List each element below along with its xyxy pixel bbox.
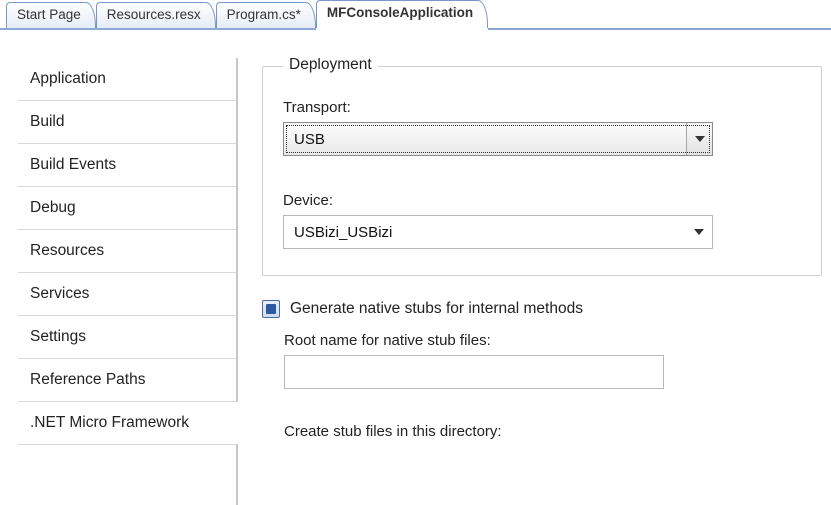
tab-program-cs[interactable]: Program.cs* [216,2,316,28]
generate-native-stubs-row: Generate native stubs for internal metho… [262,300,822,318]
transport-combobox-value: USB [284,131,686,148]
tab-start-page[interactable]: Start Page [6,2,96,28]
deployment-groupbox: Deployment Transport: USB Device: USBizi… [262,66,822,276]
sidenav-build-events[interactable]: Build Events [18,144,236,187]
native-stubs-section: Generate native stubs for internal metho… [262,300,822,440]
transport-combobox-dropdown-button[interactable] [686,123,712,155]
deployment-groupbox-title: Deployment [283,58,378,74]
stub-directory-label: Create stub files in this directory: [284,423,822,440]
sidenav-services[interactable]: Services [18,273,236,316]
transport-combobox[interactable]: USB [283,122,713,156]
device-label: Device: [283,192,801,209]
net-micro-framework-page: Deployment Transport: USB Device: USBizi… [238,58,831,505]
checkbox-checked-icon [266,304,276,314]
document-tabstrip: Start Page Resources.resx Program.cs* MF… [0,0,831,30]
tab-mfconsoleapplication[interactable]: MFConsoleApplication [316,0,488,28]
sidenav-settings[interactable]: Settings [18,316,236,359]
sidenav-resources[interactable]: Resources [18,230,236,273]
sidenav-application[interactable]: Application [18,58,236,101]
root-name-label: Root name for native stub files: [284,332,822,349]
transport-label: Transport: [283,99,801,116]
generate-native-stubs-label: Generate native stubs for internal metho… [290,300,583,318]
device-combobox[interactable]: USBizi_USBizi [283,215,713,249]
chevron-down-icon [694,229,704,235]
sidenav-reference-paths[interactable]: Reference Paths [18,359,236,402]
sidenav-debug[interactable]: Debug [18,187,236,230]
sidenav-build[interactable]: Build [18,101,236,144]
project-properties-sidenav: Application Build Build Events Debug Res… [18,58,238,505]
device-combobox-dropdown-button[interactable] [686,216,712,248]
tab-resources-resx[interactable]: Resources.resx [96,2,216,28]
device-combobox-value: USBizi_USBizi [284,224,686,241]
sidenav-net-micro-framework[interactable]: .NET Micro Framework [18,402,236,445]
project-properties-workspace: Application Build Build Events Debug Res… [0,30,831,505]
chevron-down-icon [695,136,705,142]
root-name-input[interactable] [284,355,664,389]
generate-native-stubs-checkbox[interactable] [262,300,280,318]
